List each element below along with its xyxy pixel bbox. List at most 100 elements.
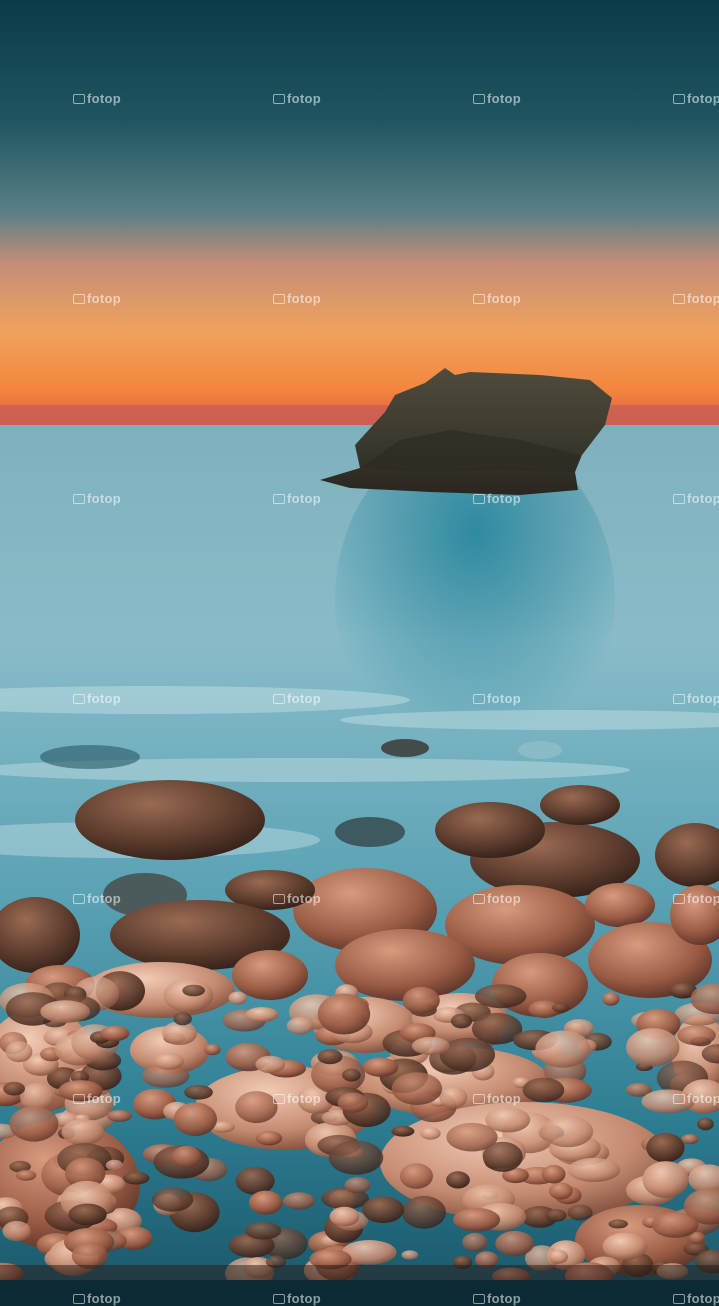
pebble: [549, 1183, 573, 1200]
pebble: [174, 1012, 192, 1025]
watermark-text: fotop: [687, 291, 719, 306]
watermark-text: fotop: [87, 891, 121, 906]
horizon-line: [0, 405, 719, 427]
camera-icon: [473, 894, 485, 904]
camera-icon: [273, 294, 285, 304]
camera-icon: [73, 94, 85, 104]
camera-icon: [673, 1294, 685, 1304]
watermark-text: fotop: [687, 491, 719, 506]
watermark-text: fotop: [487, 491, 521, 506]
camera-icon: [273, 1294, 285, 1304]
watermark-fotop: fotop: [673, 1091, 719, 1106]
pebble: [535, 1031, 590, 1068]
watermark-fotop: fotop: [673, 891, 719, 906]
watermark-fotop: fotop: [473, 691, 521, 706]
watermark-fotop: fotop: [73, 691, 121, 706]
pebble: [236, 1167, 275, 1195]
pebble: [342, 1069, 361, 1082]
pebble: [249, 1191, 282, 1215]
watermark-text: fotop: [87, 691, 121, 706]
camera-icon: [473, 94, 485, 104]
pebble: [412, 1037, 450, 1055]
camera-icon: [673, 494, 685, 504]
pebble: [420, 1127, 441, 1139]
pebble: [603, 1233, 648, 1260]
pebble: [123, 1172, 149, 1185]
pebble: [391, 1126, 414, 1137]
watermark-text: fotop: [487, 291, 521, 306]
watermark-fotop: fotop: [473, 891, 521, 906]
pebble: [646, 1133, 684, 1163]
watermark-fotop: fotop: [673, 91, 719, 106]
watermark-fotop: fotop: [473, 1091, 521, 1106]
camera-icon: [673, 94, 685, 104]
watermark-fotop: fotop: [73, 1291, 121, 1306]
watermark-fotop: fotop: [73, 91, 121, 106]
watermark-fotop: fotop: [273, 91, 321, 106]
watermark-text: fotop: [687, 91, 719, 106]
pebble: [495, 1231, 534, 1256]
pebble: [72, 1243, 108, 1269]
pebble: [475, 984, 526, 1008]
pebble: [608, 1219, 628, 1228]
watermark-text: fotop: [687, 1091, 719, 1106]
watermark-text: fotop: [487, 1291, 521, 1306]
watermark-text: fotop: [87, 1091, 121, 1106]
watermark-fotop: fotop: [73, 491, 121, 506]
pebble: [363, 1058, 399, 1077]
camera-icon: [73, 694, 85, 704]
watermark-text: fotop: [487, 891, 521, 906]
watermark-fotop: fotop: [273, 291, 321, 306]
camera-icon: [473, 294, 485, 304]
watermark-text: fotop: [287, 691, 321, 706]
watermark-fotop: fotop: [673, 491, 719, 506]
pebble: [204, 1044, 220, 1055]
pebble: [400, 1163, 433, 1189]
camera-icon: [273, 94, 285, 104]
pebble: [568, 1205, 593, 1221]
pebble: [3, 1221, 31, 1241]
watermark-fotop: fotop: [73, 891, 121, 906]
watermark-fotop: fotop: [273, 691, 321, 706]
pebble: [184, 1085, 213, 1100]
pebble: [344, 1177, 370, 1193]
watermark-fotop: fotop: [473, 491, 521, 506]
watermark-text: fotop: [287, 91, 321, 106]
pebble: [100, 1026, 129, 1041]
pebble: [152, 1187, 193, 1211]
pebble: [523, 1078, 565, 1103]
pebble: [172, 1146, 201, 1168]
pebble: [697, 1118, 714, 1131]
watermark-fotop: fotop: [273, 891, 321, 906]
camera-icon: [73, 894, 85, 904]
camera-icon: [473, 1094, 485, 1104]
watermark-fotop: fotop: [673, 291, 719, 306]
watermark-fotop: fotop: [73, 291, 121, 306]
pebble: [439, 1087, 467, 1109]
pebble: [652, 1212, 699, 1238]
camera-icon: [473, 1294, 485, 1304]
pebble: [568, 1158, 621, 1182]
watermark-text: fotop: [487, 91, 521, 106]
watermark-fotop: fotop: [673, 1291, 719, 1306]
pebble: [229, 992, 247, 1005]
pebble: [246, 1007, 279, 1022]
pebble: [545, 1209, 566, 1222]
pebble: [402, 1250, 419, 1259]
watermark-text: fotop: [287, 891, 321, 906]
pebble: [40, 1000, 90, 1023]
pebble: [6, 1041, 33, 1062]
watermark-fotop: fotop: [73, 1091, 121, 1106]
camera-icon: [673, 894, 685, 904]
watermark-fotop: fotop: [473, 291, 521, 306]
pebble: [3, 1082, 25, 1096]
pebble: [402, 1196, 446, 1229]
pebble: [255, 1056, 285, 1073]
watermark-fotop: fotop: [473, 1291, 521, 1306]
pebble: [392, 1072, 442, 1105]
camera-icon: [273, 494, 285, 504]
watermark-text: fotop: [487, 691, 521, 706]
pebble: [602, 992, 619, 1005]
camera-icon: [473, 494, 485, 504]
pebble: [330, 1207, 360, 1227]
